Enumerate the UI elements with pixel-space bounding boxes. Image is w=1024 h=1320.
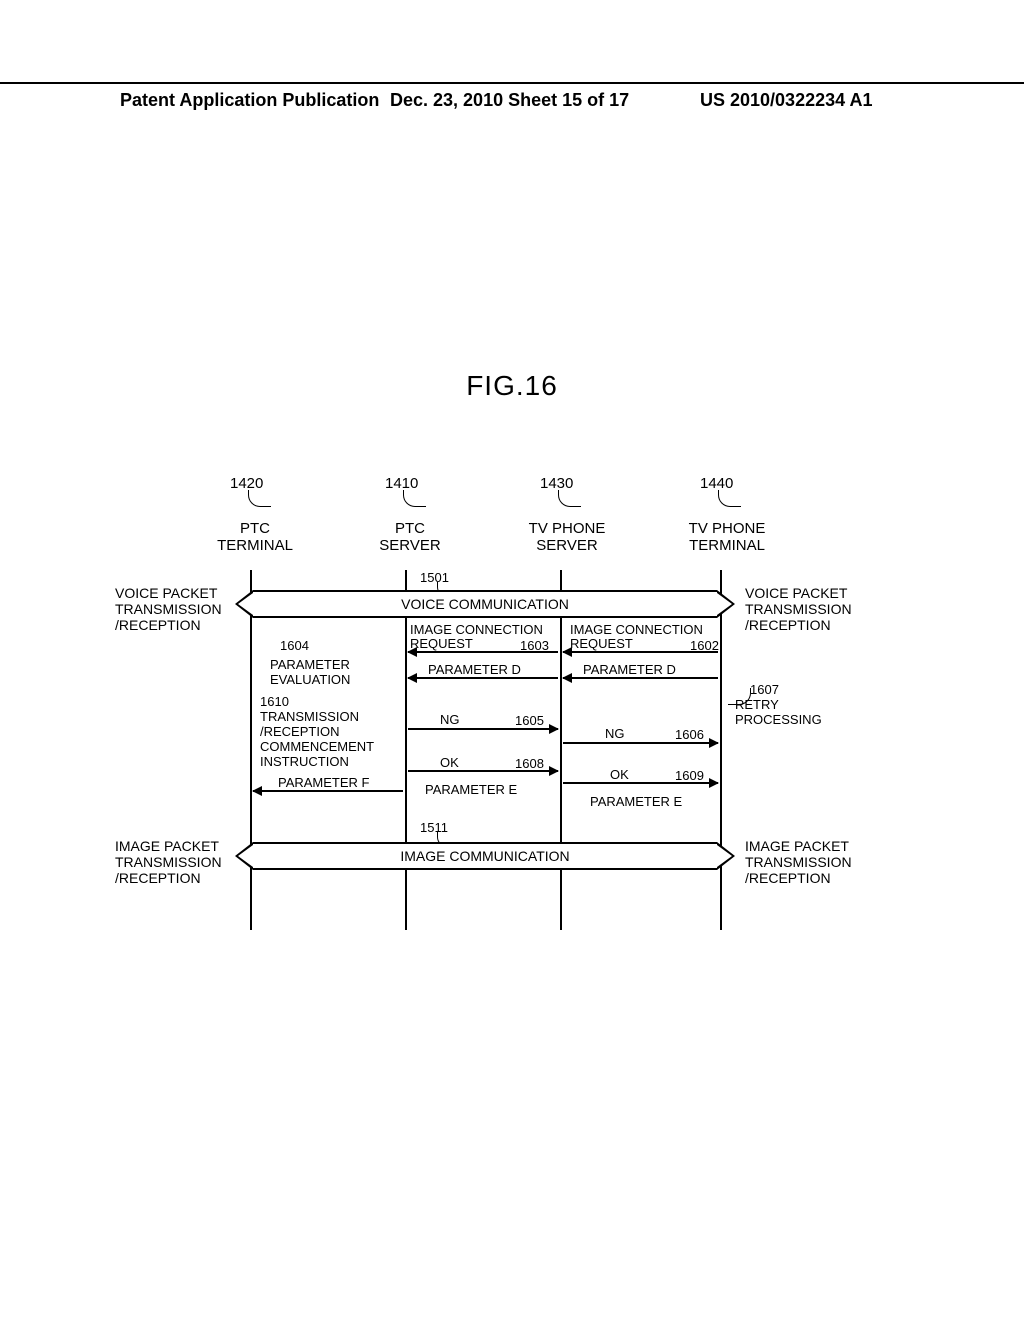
side-left-voice: VOICE PACKET TRANSMISSION /RECEPTION	[115, 585, 222, 633]
actor-label-ptc-server: PTC SERVER	[375, 520, 445, 555]
msg-ng-1606	[563, 742, 718, 744]
actor-label-ptc-terminal: PTC TERMINAL	[215, 520, 295, 555]
arrow-left-icon	[235, 842, 253, 870]
lead-icon	[248, 490, 271, 507]
msg-label: NG	[605, 727, 625, 741]
lead-icon	[558, 490, 581, 507]
header-right: US 2010/0322234 A1	[700, 90, 872, 111]
msg-label: PARAMETER D	[583, 663, 676, 677]
sequence-diagram: 1420 PTC TERMINAL 1410 PTC SERVER 1430 T…	[120, 460, 920, 930]
ref-1605: 1605	[515, 713, 544, 728]
arrow-right-icon	[717, 842, 735, 870]
side-right-voice: VOICE PACKET TRANSMISSION /RECEPTION	[745, 585, 852, 633]
arrow-left-icon	[235, 590, 253, 618]
lead-icon	[718, 490, 741, 507]
actor-label-tv-phone-server: TV PHONE SERVER	[522, 520, 612, 555]
wide-arrow-label: VOICE COMMUNICATION	[253, 590, 717, 618]
msg-label: PARAMETER E	[590, 795, 682, 809]
ref-1608: 1608	[515, 756, 544, 771]
msg-label: OK	[440, 756, 459, 770]
ann-parameter-evaluation: PARAMETER EVALUATION	[270, 658, 350, 688]
ann-retry-processing: RETRY PROCESSING	[735, 698, 822, 728]
ann-transmission-instruction: TRANSMISSION /RECEPTION COMMENCEMENT INS…	[260, 710, 374, 770]
side-left-image: IMAGE PACKET TRANSMISSION /RECEPTION	[115, 838, 222, 886]
ref-1606: 1606	[675, 727, 704, 742]
figure-title: FIG.16	[0, 370, 1024, 402]
msg-label: PARAMETER E	[425, 783, 517, 797]
ref-1607: 1607	[750, 682, 779, 697]
ref-1603: 1603	[520, 638, 549, 653]
ref-1604: 1604	[280, 638, 309, 653]
ref-1609: 1609	[675, 768, 704, 783]
msg-label: NG	[440, 713, 460, 727]
wide-arrow-label: IMAGE COMMUNICATION	[253, 842, 717, 870]
lifeline	[405, 570, 407, 930]
lifeline	[560, 570, 562, 930]
header-mid: Dec. 23, 2010 Sheet 15 of 17	[390, 90, 629, 111]
actor-label-tv-phone-terminal: TV PHONE TERMINAL	[682, 520, 772, 555]
msg-label: OK	[610, 768, 629, 782]
lifeline	[250, 570, 252, 930]
voice-communication-arrow: VOICE COMMUNICATION	[235, 590, 735, 618]
page-header: Patent Application Publication Dec. 23, …	[0, 82, 1024, 90]
ref-1610: 1610	[260, 694, 289, 709]
lead-icon	[403, 490, 426, 507]
image-communication-arrow: IMAGE COMMUNICATION	[235, 842, 735, 870]
msg-ng-1605	[408, 728, 558, 730]
header-left: Patent Application Publication	[120, 90, 379, 111]
arrow-right-icon	[717, 590, 735, 618]
lifeline	[720, 570, 722, 930]
msg-label: PARAMETER D	[428, 663, 521, 677]
msg-label: PARAMETER F	[278, 776, 370, 790]
side-right-image: IMAGE PACKET TRANSMISSION /RECEPTION	[745, 838, 852, 886]
ref-1602: 1602	[690, 638, 719, 653]
